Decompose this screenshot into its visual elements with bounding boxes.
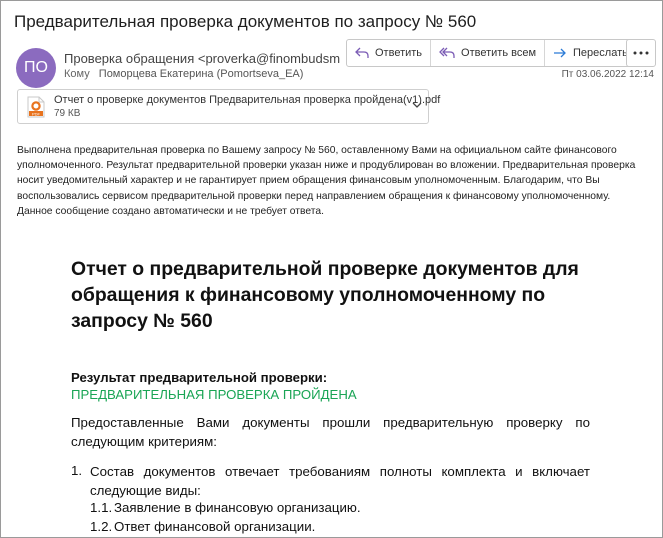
- recipient-name[interactable]: Поморцева Екатерина (Pomortseva_EA): [99, 68, 304, 80]
- recipient-line: Кому Поморцева Екатерина (Pomortseva_EA): [64, 68, 303, 80]
- more-actions-button[interactable]: [626, 39, 656, 67]
- list-item-number: 1.: [71, 463, 83, 478]
- pdf-icon: PDF: [27, 96, 45, 118]
- reply-all-button[interactable]: Ответить всем: [431, 40, 546, 66]
- email-subject: Предварительная проверка документов по з…: [14, 12, 477, 31]
- forward-button[interactable]: Переслать: [545, 40, 636, 66]
- svg-text:PDF: PDF: [32, 111, 41, 116]
- sent-date: Пт 03.06.2022 12:14: [561, 69, 654, 80]
- sub-list-item: 1.1. Заявление в финансовую организацию.: [90, 500, 361, 515]
- attachment-name: Отчет о проверке документов Предваритель…: [54, 94, 441, 106]
- reply-button[interactable]: Ответить: [347, 40, 432, 66]
- criteria-intro: Предоставленные Вами документы прошли пр…: [71, 415, 590, 449]
- sub-list-item: 1.2. Ответ финансовой организации.: [90, 519, 315, 534]
- sub-item-number: 1.2.: [90, 519, 113, 534]
- reply-all-label: Ответить всем: [461, 47, 537, 59]
- sub-item-number: 1.1.: [90, 500, 113, 515]
- to-label: Кому: [64, 68, 90, 80]
- sender-address[interactable]: Проверка обращения <proverka@finombudsm: [64, 51, 340, 66]
- sub-item-text: Заявление в финансовую организацию.: [114, 500, 361, 515]
- report-title: Отчет о предварительной проверке докумен…: [71, 258, 579, 332]
- message-actions: Ответить Ответить всем Переслать: [346, 39, 637, 67]
- forward-label: Переслать: [573, 47, 628, 59]
- attachment-card[interactable]: PDF Отчет о проверке документов Предвари…: [17, 89, 440, 124]
- reply-all-icon: [439, 47, 455, 58]
- reply-label: Ответить: [375, 47, 423, 59]
- list-item-text: Состав документов отвечает требованиям п…: [90, 464, 590, 498]
- chevron-down-icon[interactable]: [412, 101, 422, 109]
- sub-item-text: Ответ финансовой организации.: [114, 519, 316, 534]
- attachment-size: 79 КВ: [54, 108, 81, 119]
- reply-icon: [355, 47, 369, 58]
- forward-icon: [554, 48, 566, 58]
- email-intro-text: Выполнена предварительная проверка по Ва…: [17, 145, 636, 217]
- sender-avatar[interactable]: ПО: [16, 48, 56, 88]
- ellipsis-icon: [633, 51, 649, 55]
- result-status: ПРЕДВАРИТЕЛЬНАЯ ПРОВЕРКА ПРОЙДЕНА: [71, 387, 357, 402]
- result-label: Результат предварительной проверки:: [71, 370, 328, 385]
